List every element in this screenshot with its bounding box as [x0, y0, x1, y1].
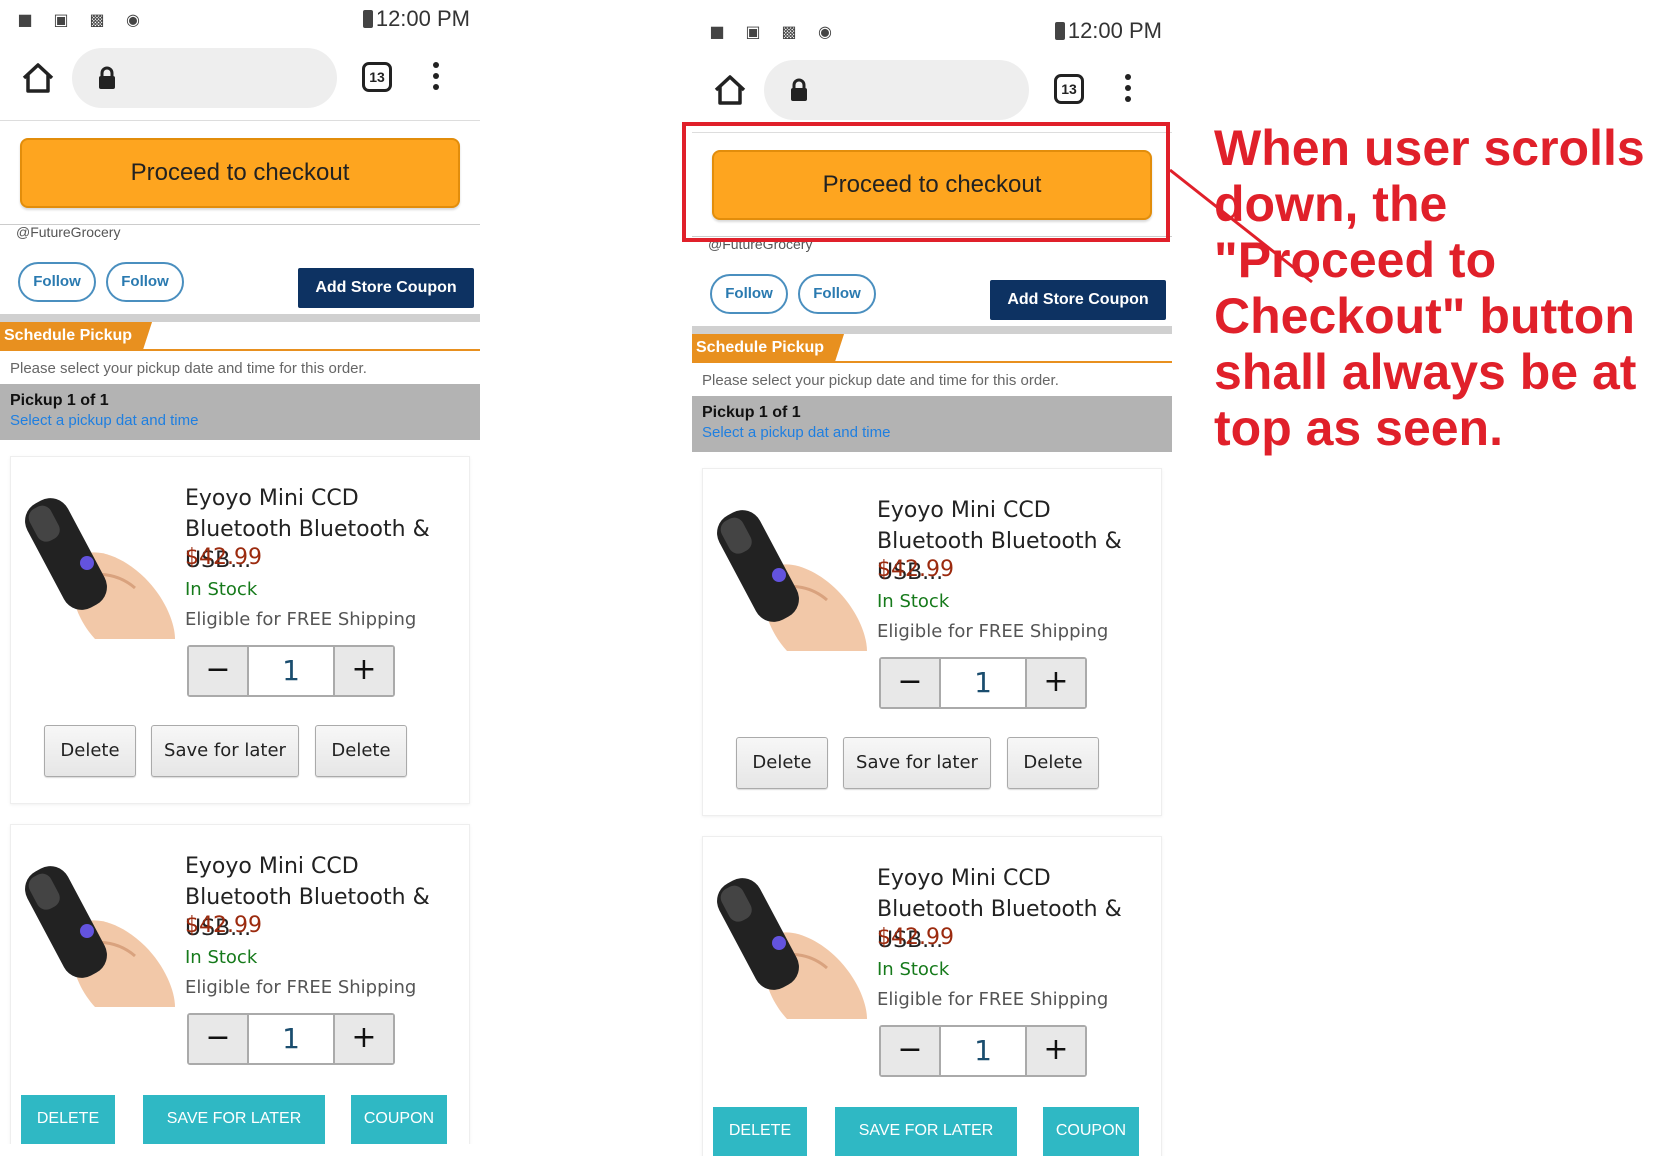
annotation-callout: When user scrolls down, the "Proceed to … — [1214, 120, 1645, 456]
